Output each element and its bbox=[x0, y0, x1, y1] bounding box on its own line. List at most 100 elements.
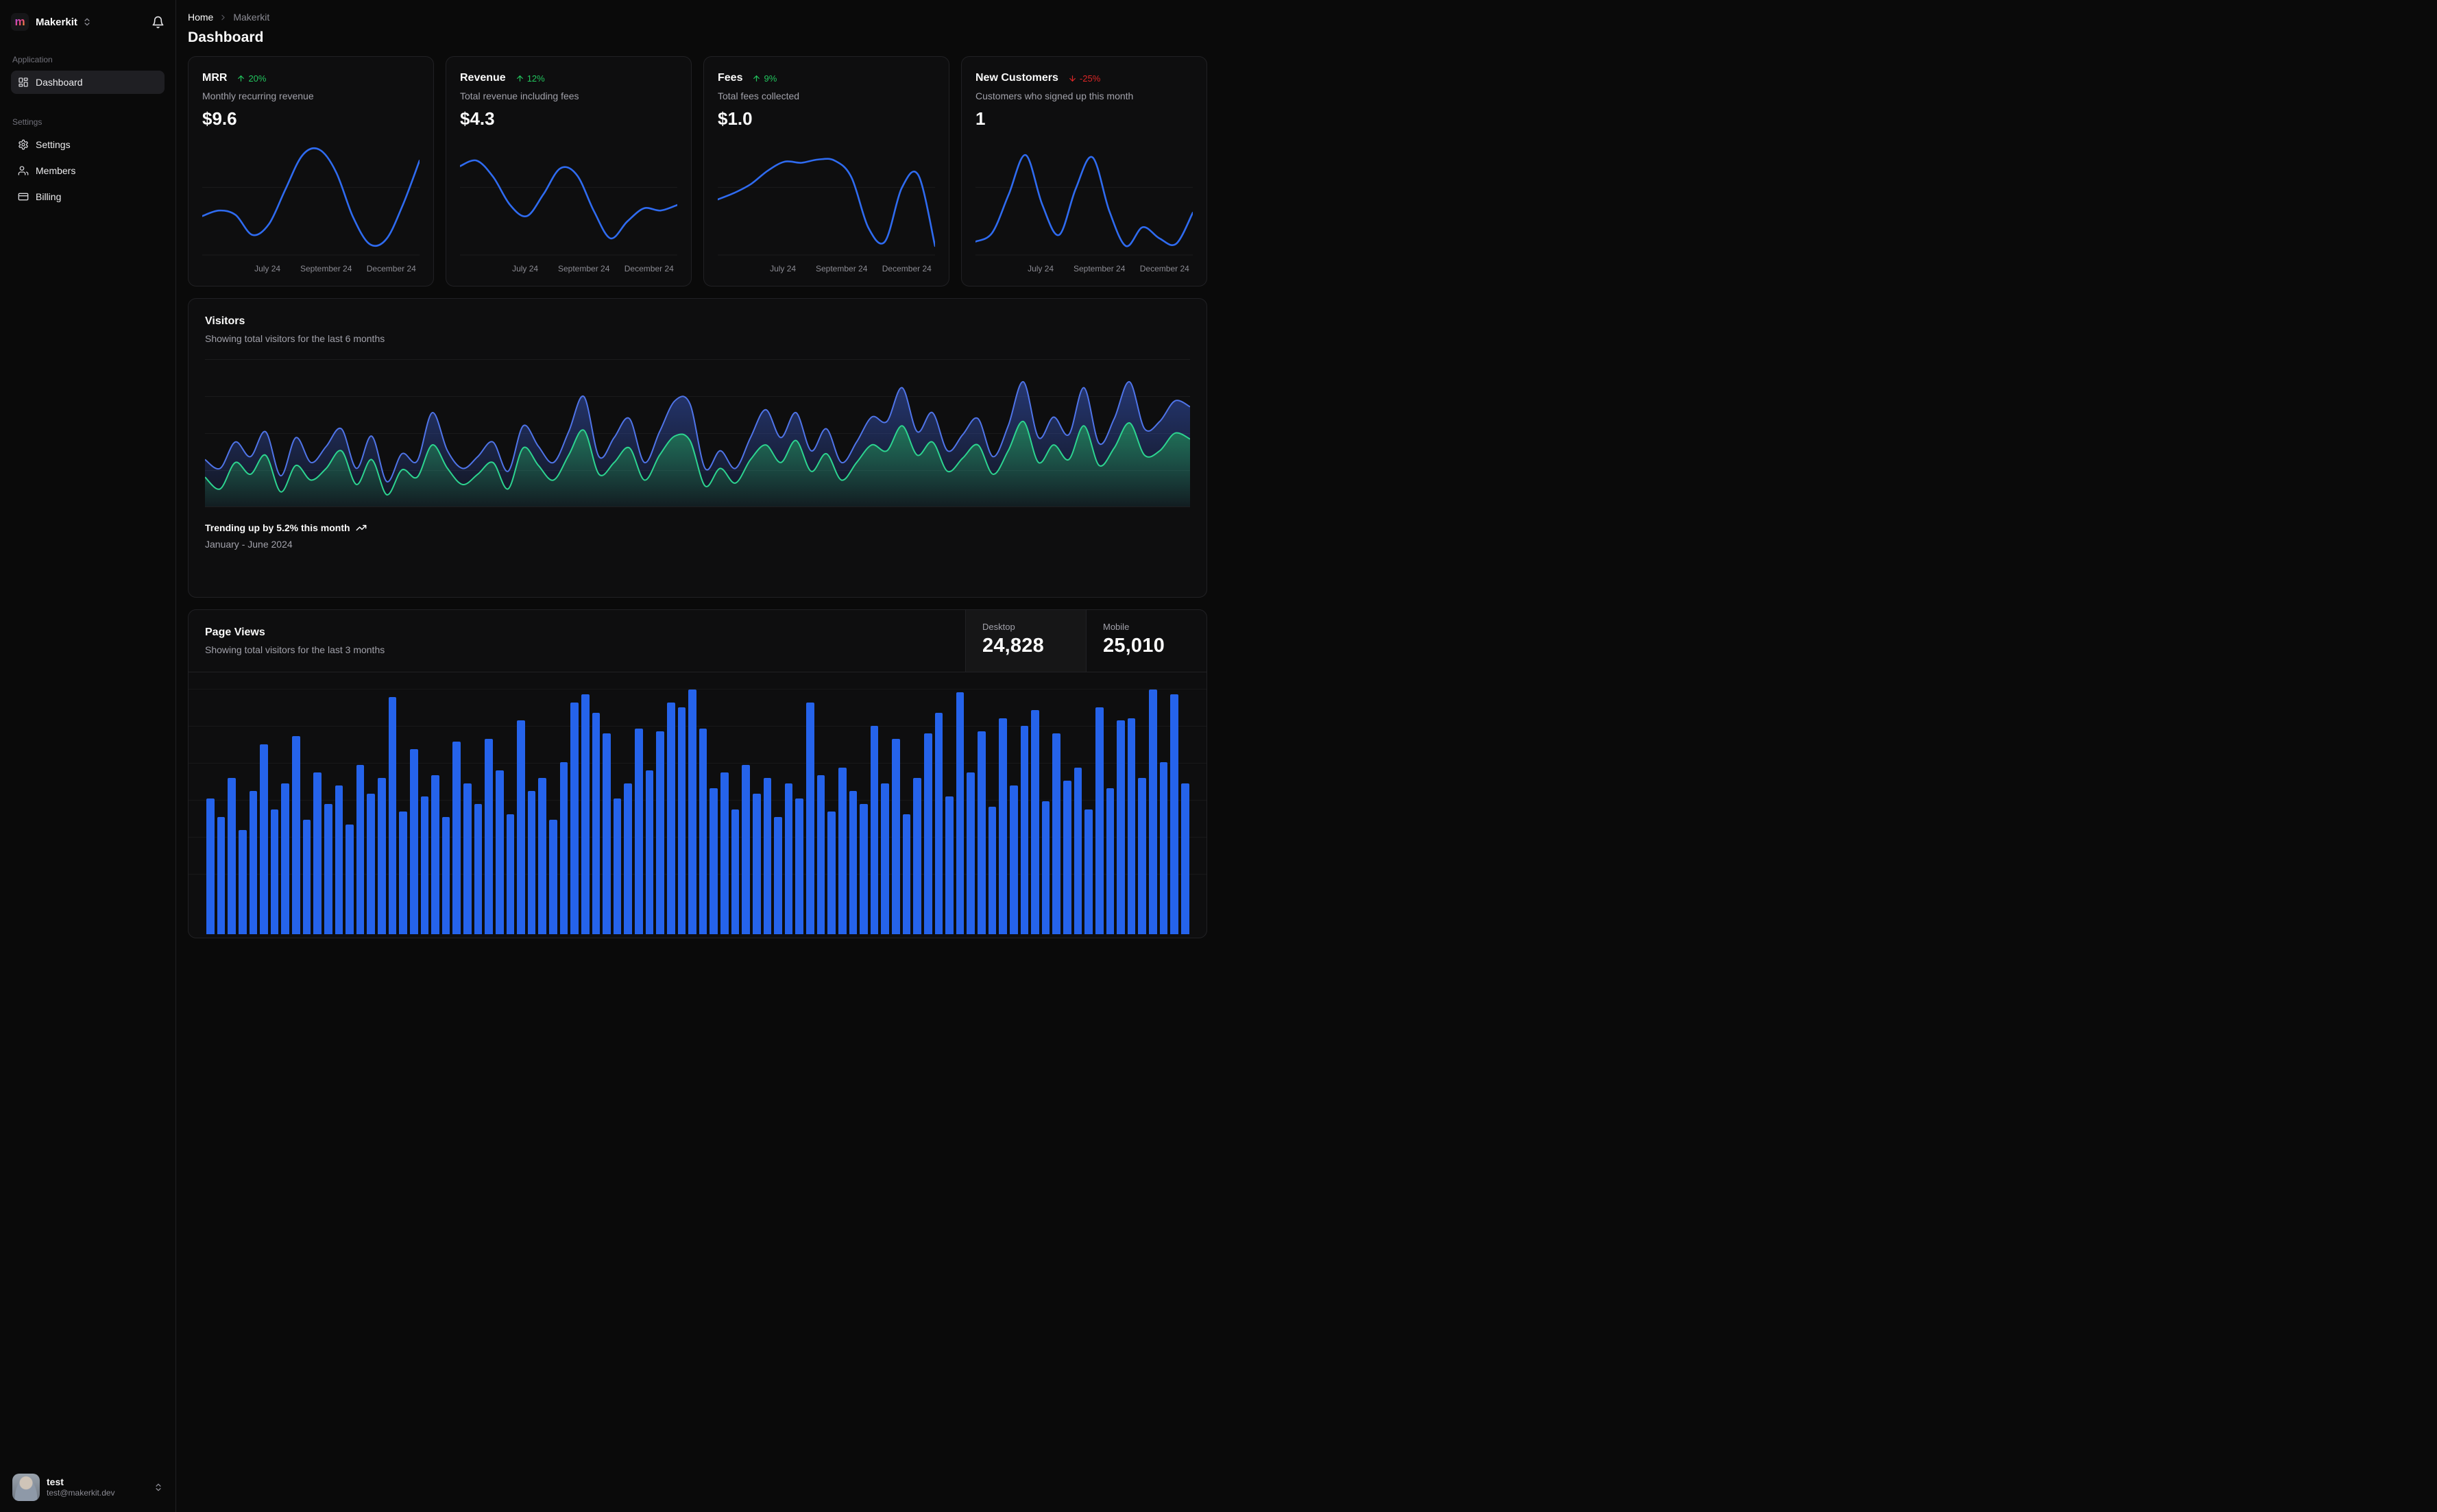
stats-row: MRR 20% Monthly recurring revenue $9.6 J… bbox=[188, 56, 1207, 286]
avatar bbox=[12, 1474, 40, 1501]
bar bbox=[217, 817, 226, 934]
bar bbox=[1084, 809, 1093, 934]
bar bbox=[1106, 788, 1115, 934]
trend-badge: -25% bbox=[1068, 73, 1100, 84]
bar bbox=[420, 796, 429, 934]
bar bbox=[603, 733, 611, 934]
sidebar-item-billing[interactable]: Billing bbox=[11, 185, 165, 208]
bar bbox=[570, 702, 579, 934]
tab-desktop[interactable]: Desktop 24,828 bbox=[965, 610, 1086, 672]
workspace-selector[interactable]: m Makerkit bbox=[11, 10, 165, 34]
bar bbox=[292, 736, 300, 934]
bar bbox=[1052, 733, 1060, 934]
bar bbox=[870, 726, 879, 934]
visitors-area-chart bbox=[205, 359, 1190, 507]
bar bbox=[978, 731, 986, 934]
stat-title: Revenue bbox=[460, 72, 506, 84]
bar bbox=[592, 713, 601, 934]
sparkline-chart-revenue bbox=[460, 139, 677, 260]
bar bbox=[495, 770, 504, 934]
arrow-up-icon bbox=[237, 74, 245, 83]
bar bbox=[388, 697, 397, 934]
bar bbox=[988, 806, 997, 934]
bar bbox=[656, 731, 664, 934]
bar bbox=[666, 702, 675, 934]
stat-card-new-customers: New Customers -25% Customers who signed … bbox=[961, 56, 1207, 286]
sidebar-item-label: Members bbox=[36, 165, 76, 176]
nav-section-label-settings: Settings bbox=[12, 117, 43, 127]
bar bbox=[742, 765, 750, 934]
visitors-date-range: January - June 2024 bbox=[205, 539, 293, 550]
users-icon bbox=[18, 165, 29, 176]
bar bbox=[441, 817, 450, 934]
stat-subtitle: Total revenue including fees bbox=[460, 90, 579, 101]
sidebar-item-dashboard[interactable]: Dashboard bbox=[11, 71, 165, 94]
bar bbox=[1074, 767, 1082, 934]
bar bbox=[474, 804, 483, 934]
stat-title: Fees bbox=[718, 72, 743, 84]
bar bbox=[1095, 707, 1104, 934]
stat-value: $4.3 bbox=[460, 108, 495, 129]
trend-badge: 12% bbox=[516, 73, 545, 84]
tab-mobile[interactable]: Mobile 25,010 bbox=[1086, 610, 1207, 672]
bar bbox=[559, 762, 568, 934]
gear-icon bbox=[18, 139, 29, 150]
makerkit-logo: m bbox=[11, 13, 29, 31]
sparkline-chart-mrr bbox=[202, 139, 420, 260]
bar bbox=[645, 770, 654, 934]
bar bbox=[1020, 726, 1029, 934]
bar bbox=[485, 739, 493, 934]
sparkline-x-axis: July 24 September 24 December 24 bbox=[254, 264, 416, 273]
arrow-up-icon bbox=[752, 74, 761, 83]
trend-badge: 20% bbox=[237, 73, 266, 84]
visitors-trend-line: Trending up by 5.2% this month bbox=[205, 522, 1190, 533]
credit-card-icon bbox=[18, 191, 29, 202]
stat-value: $9.6 bbox=[202, 108, 237, 129]
stat-subtitle: Customers who signed up this month bbox=[975, 90, 1134, 101]
bar bbox=[624, 783, 632, 934]
bar bbox=[1117, 720, 1125, 934]
bar bbox=[838, 767, 847, 934]
breadcrumb-current: Makerkit bbox=[233, 12, 270, 23]
bar bbox=[1031, 710, 1039, 934]
bar bbox=[367, 793, 375, 934]
bar bbox=[399, 812, 407, 934]
stat-value: 1 bbox=[975, 108, 986, 129]
stat-value: $1.0 bbox=[718, 108, 753, 129]
bar bbox=[238, 830, 247, 934]
bar bbox=[784, 783, 793, 934]
trend-badge: 9% bbox=[752, 73, 777, 84]
bar bbox=[1063, 780, 1071, 934]
sidebar-item-members[interactable]: Members bbox=[11, 159, 165, 182]
bar bbox=[281, 783, 289, 934]
sidebar-item-label: Settings bbox=[36, 139, 71, 150]
bar bbox=[1149, 689, 1157, 934]
workspace-name: Makerkit bbox=[36, 16, 77, 28]
bar bbox=[324, 804, 332, 934]
stat-card-mrr: MRR 20% Monthly recurring revenue $9.6 J… bbox=[188, 56, 434, 286]
bar bbox=[1009, 785, 1018, 934]
bar bbox=[774, 817, 782, 934]
breadcrumb: Home Makerkit bbox=[188, 10, 1207, 25]
bar bbox=[549, 819, 557, 934]
bar bbox=[581, 694, 590, 934]
bar bbox=[806, 702, 814, 934]
page-views-bar-chart bbox=[189, 672, 1207, 938]
mobile-total: 25,010 bbox=[1103, 635, 1165, 657]
bar bbox=[463, 783, 472, 934]
user-menu[interactable]: test test@makerkit.dev bbox=[11, 1471, 165, 1504]
bar bbox=[731, 809, 740, 934]
bar bbox=[1127, 718, 1136, 934]
bell-icon[interactable] bbox=[151, 16, 165, 29]
visitors-card: Visitors Showing total visitors for the … bbox=[188, 298, 1207, 598]
bar bbox=[945, 796, 954, 934]
dashboard-icon bbox=[18, 77, 29, 88]
stat-title: MRR bbox=[202, 72, 228, 84]
sidebar-item-label: Billing bbox=[36, 191, 62, 202]
bar bbox=[409, 749, 418, 934]
bar bbox=[881, 783, 889, 934]
sidebar-item-settings[interactable]: Settings bbox=[11, 133, 165, 156]
sparkline-x-axis: July 24 September 24 December 24 bbox=[512, 264, 674, 273]
breadcrumb-home[interactable]: Home bbox=[188, 12, 213, 23]
page-views-card: Page Views Showing total visitors for th… bbox=[188, 609, 1207, 938]
